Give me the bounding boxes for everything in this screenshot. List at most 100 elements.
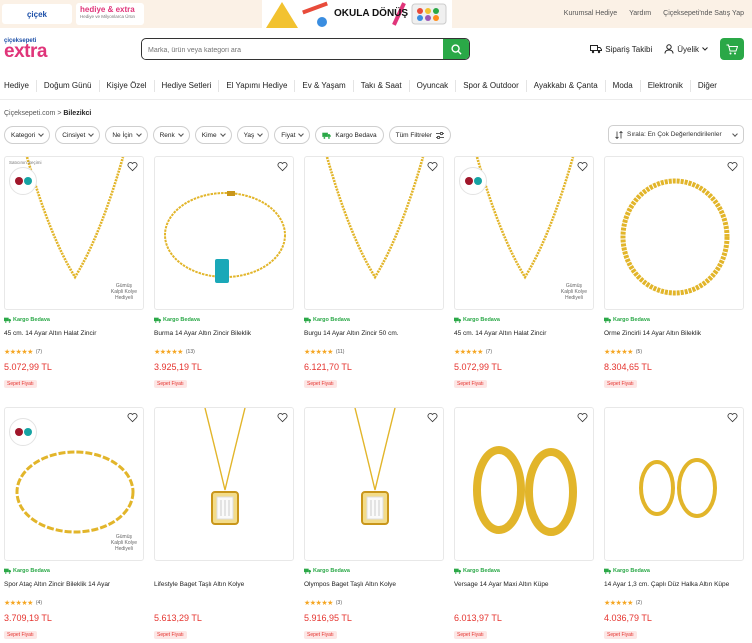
heart-icon[interactable] — [427, 412, 438, 423]
filter-free-shipping[interactable]: Kargo Bedava — [315, 126, 384, 144]
product-rating: ★★★★★ (2) — [604, 599, 744, 607]
heart-icon[interactable] — [727, 412, 738, 423]
product-name[interactable]: Olympos Baget Taşlı Altın Kolye — [304, 581, 444, 593]
category-item[interactable]: El Yapımı Hediye — [219, 79, 296, 92]
truck-icon — [304, 568, 311, 574]
truck-icon — [604, 317, 611, 323]
filter-category[interactable]: Kategori — [4, 126, 51, 144]
product-image-box[interactable] — [454, 407, 594, 561]
product-card[interactable]: Gümüş Kalpli Kolye Hediyeli Kargo Bedava S… — [4, 407, 144, 641]
search-button[interactable] — [443, 39, 469, 59]
red-heart-icon — [464, 177, 473, 185]
product-price: 3.709,19 TL — [4, 613, 52, 623]
product-name[interactable]: 14 Ayar 1,3 cm. Çaplı Düz Halka Altın Kü… — [604, 581, 744, 593]
filter-all[interactable]: Tüm Filtreler — [388, 126, 452, 144]
product-card[interactable]: Kargo Bedava Versage 14 Ayar Maxi Altın K… — [454, 407, 594, 641]
teal-heart-icon — [23, 177, 32, 185]
sort-dropdown[interactable]: Sırala: En Çok Değerlendirilenler — [608, 125, 744, 144]
category-item[interactable]: Oyuncak — [410, 79, 457, 92]
category-item[interactable]: Hediye Setleri — [155, 79, 220, 92]
category-item[interactable]: Moda — [606, 79, 641, 92]
product-image-box[interactable] — [304, 156, 444, 310]
product-image-box[interactable] — [154, 156, 294, 310]
category-item[interactable]: Takı & Saat — [354, 79, 410, 92]
chevron-down-icon — [38, 131, 45, 137]
product-card[interactable]: Lifestyle Baget Taşlı Altın Kolye★5.613,… — [154, 407, 294, 641]
truck-icon — [4, 568, 11, 574]
free-shipping-label: Kargo Bedava — [4, 317, 144, 323]
heart-icon[interactable] — [127, 161, 138, 172]
product-card[interactable]: Kargo Bedava Burgu 14 Ayar Altın Zincir 5… — [304, 156, 444, 390]
breadcrumb-current: Bilezikci — [63, 110, 92, 117]
heart-icon[interactable] — [127, 412, 138, 423]
product-rating: ★★★★★ (4) — [4, 599, 144, 607]
product-name[interactable]: Lifestyle Baget Taşlı Altın Kolye — [154, 581, 294, 593]
category-item[interactable]: Elektronik — [641, 79, 691, 92]
product-name[interactable]: Versage 14 Ayar Maxi Altın Küpe — [454, 581, 594, 593]
shipping-text: Kargo Bedava — [463, 568, 500, 574]
product-card[interactable]: Gümüş Kalpli Kolye Hediyeli Kargo Bedava 4… — [454, 156, 594, 390]
filter-color[interactable]: Renk — [152, 126, 190, 144]
category-item[interactable]: Doğum Günü — [37, 79, 100, 92]
product-card[interactable]: Satıcının Seçimi Gümüş Kalpli Kolye Hediy… — [4, 156, 144, 390]
order-tracking-link[interactable]: Sipariş Takibi — [590, 44, 652, 54]
filter-price[interactable]: Fiyat — [274, 126, 311, 144]
product-name[interactable]: Burma 14 Ayar Altın Zincir Bileklik — [154, 330, 294, 342]
heart-icon[interactable] — [577, 412, 588, 423]
promo-banner[interactable]: OKULA DÖNÜŞ — [262, 0, 452, 28]
heart-icon[interactable] — [277, 161, 288, 172]
cart-icon — [726, 44, 738, 54]
product-image-box[interactable]: Gümüş Kalpli Kolye Hediyeli — [454, 156, 594, 310]
cicek-logo[interactable]: çiçek — [2, 4, 72, 24]
gift-badge — [459, 167, 487, 195]
product-card[interactable]: Kargo Bedava Burma 14 Ayar Altın Zincir B… — [154, 156, 294, 390]
hediye-extra-subtitle: Hediye ve Milyonlarca Ürün — [80, 14, 136, 19]
filter-label: Kargo Bedava — [335, 131, 377, 139]
heart-icon[interactable] — [577, 161, 588, 172]
red-heart-icon — [14, 177, 23, 185]
heart-icon[interactable] — [727, 161, 738, 172]
product-card[interactable]: Kargo Bedava Olympos Baget Taşlı Altın Ko… — [304, 407, 444, 641]
truck-icon — [590, 45, 603, 54]
review-count: (3) — [335, 600, 343, 606]
filter-gender[interactable]: Cinsiyet — [55, 126, 101, 144]
product-image-box[interactable] — [304, 407, 444, 561]
chevron-down-icon — [257, 131, 264, 137]
category-item[interactable]: Diğer — [691, 80, 724, 92]
free-shipping-label: Kargo Bedava — [604, 317, 744, 323]
product-name[interactable]: Örme Zincirli 14 Ayar Altın Bileklik — [604, 330, 744, 342]
product-card[interactable]: Kargo Bedava Örme Zincirli 14 Ayar Altın … — [604, 156, 744, 390]
product-name[interactable]: Spor Ataç Altın Zincir Bileklik 14 Ayar — [4, 581, 144, 593]
product-image-box[interactable] — [154, 407, 294, 561]
product-name[interactable]: Burgu 14 Ayar Altın Zincir 50 cm. — [304, 330, 444, 342]
filter-occasion[interactable]: Ne İçin — [105, 126, 148, 144]
product-price: 6.013,97 TL — [454, 613, 502, 623]
product-image-box[interactable] — [604, 156, 744, 310]
product-image-box[interactable]: Satıcının Seçimi Gümüş Kalpli Kolye Hediy… — [4, 156, 144, 310]
help-link[interactable]: Yardım — [629, 10, 651, 17]
category-item[interactable]: Hediye — [0, 79, 37, 92]
cart-button[interactable] — [720, 38, 744, 60]
corporate-gift-link[interactable]: Kurumsal Hediye — [564, 10, 617, 17]
product-name[interactable]: 45 cm. 14 Ayar Altın Halat Zincir — [454, 330, 594, 342]
product-name[interactable]: 45 cm. 14 Ayar Altın Halat Zincir — [4, 330, 144, 342]
search-input[interactable] — [142, 40, 442, 59]
heart-icon[interactable] — [277, 412, 288, 423]
breadcrumb-home[interactable]: Çiçeksepeti.com — [4, 110, 55, 117]
sell-link[interactable]: Çiçeksepeti'nde Satış Yap — [663, 10, 744, 17]
chevron-down-icon — [88, 131, 95, 137]
category-item[interactable]: Kişiye Özel — [100, 79, 155, 92]
heart-icon[interactable] — [427, 161, 438, 172]
category-item[interactable]: Ev & Yaşam — [295, 79, 354, 92]
filter-recipient[interactable]: Kime — [194, 126, 232, 144]
filter-age[interactable]: Yaş — [236, 126, 270, 144]
category-item[interactable]: Spor & Outdoor — [456, 79, 527, 92]
product-card[interactable]: Kargo Bedava 14 Ayar 1,3 cm. Çaplı Düz Ha… — [604, 407, 744, 641]
category-item[interactable]: Ayakkabı & Çanta — [527, 79, 606, 92]
product-image-box[interactable] — [604, 407, 744, 561]
shipping-text: Kargo Bedava — [163, 317, 200, 323]
account-menu[interactable]: Üyelik — [664, 44, 708, 54]
site-logo[interactable]: çiçeksepeti extra — [4, 38, 47, 62]
product-image-box[interactable]: Gümüş Kalpli Kolye Hediyeli — [4, 407, 144, 561]
hediye-extra-logo[interactable]: hediye & extra Hediye ve Milyonlarca Ürü… — [76, 3, 144, 25]
